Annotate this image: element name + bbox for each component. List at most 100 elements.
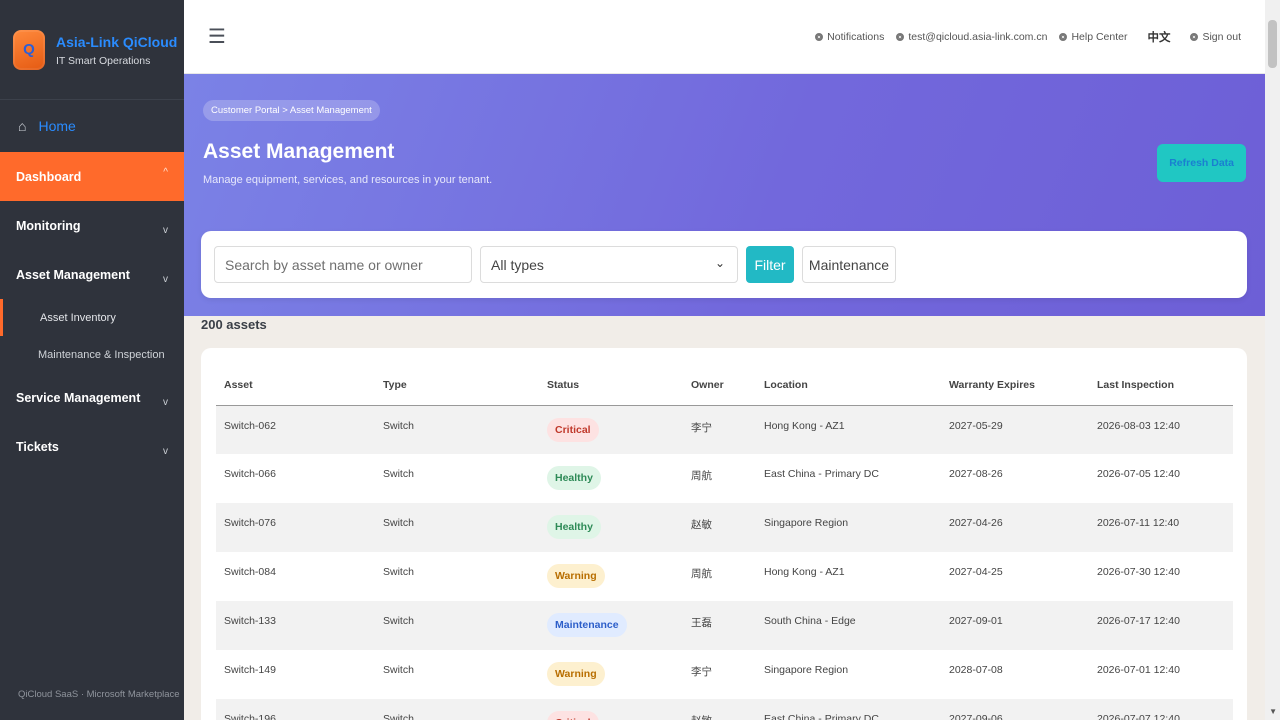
filter-button[interactable]: Filter xyxy=(746,246,794,283)
sidebar-item-home[interactable]: ⌂ Home xyxy=(0,100,184,152)
cell-warranty: 2028-07-08 xyxy=(949,664,1003,676)
scroll-down-arrow-icon[interactable]: ▼ xyxy=(1269,707,1277,716)
sidebar-item-monitoring[interactable]: Monitoring v xyxy=(0,201,184,250)
cell-type: Switch xyxy=(383,566,414,578)
chevron-up-icon: ^ xyxy=(163,167,168,178)
cell-owner: 赵敏 xyxy=(683,503,756,552)
chevron-down-icon: v xyxy=(163,274,168,285)
menu-icon[interactable]: ☰ xyxy=(208,24,226,49)
language-switch[interactable]: 中文 xyxy=(1147,29,1170,45)
refresh-data-button[interactable]: Refresh Data xyxy=(1157,144,1246,182)
cell-asset: Switch-133 xyxy=(216,601,375,650)
cell-type: Switch xyxy=(375,601,539,650)
breadcrumb[interactable]: Customer Portal > Asset Management xyxy=(203,100,380,121)
sidebar-item-label: Service Management xyxy=(16,390,141,405)
help-center-link[interactable]: Help Center xyxy=(1059,31,1127,43)
cell-warranty: 2027-05-29 xyxy=(941,405,1089,454)
cell-asset: Switch-076 xyxy=(216,503,375,552)
sidebar-item-label: Dashboard xyxy=(16,169,82,184)
topbar: ☰ Notifications test@qicloud.asia-link.c… xyxy=(184,0,1265,74)
column-header-status[interactable]: Status xyxy=(539,365,683,406)
table-header-row: Asset Type Status Owner Location Warrant… xyxy=(216,365,1233,406)
table-row[interactable]: Switch-062 Switch Critical 李宁 Hong Kong - AZ… xyxy=(216,405,1233,454)
status-badge: Healthy xyxy=(547,466,601,490)
cell-owner: 周航 xyxy=(691,470,712,482)
user-icon xyxy=(896,32,905,41)
cell-type: Switch xyxy=(375,699,539,720)
filter-bar: All types ⌄ Filter Maintenance xyxy=(201,231,1247,298)
cell-inspection: 2026-07-11 12:40 xyxy=(1089,503,1233,552)
cell-warranty: 2027-04-25 xyxy=(949,566,1003,578)
chevron-down-icon: ⌄ xyxy=(714,256,725,270)
cell-location: Singapore Region xyxy=(764,664,849,676)
cell-inspection: 2026-07-01 12:40 xyxy=(1097,664,1180,676)
cell-inspection: 2026-07-30 12:40 xyxy=(1097,566,1180,578)
sidebar-item-asset-management[interactable]: Asset Management v xyxy=(0,250,184,299)
user-email: test@qicloud.asia-link.com.cn xyxy=(908,30,1048,43)
status-badge: Maintenance xyxy=(547,613,627,637)
column-header-warranty[interactable]: Warranty Expires xyxy=(941,365,1089,406)
status-cell: Healthy xyxy=(539,454,683,503)
cell-location: East China - Primary DC xyxy=(764,468,879,480)
sidebar-item-tickets[interactable]: Tickets v xyxy=(0,422,184,471)
cell-type: Switch xyxy=(375,503,539,552)
scrollbar[interactable]: ▼ xyxy=(1265,0,1280,720)
cell-asset: Switch-196 xyxy=(216,699,375,720)
column-header-location[interactable]: Location xyxy=(756,365,941,406)
sidebar-subitem-asset-inventory[interactable]: Asset Inventory xyxy=(0,299,184,336)
table-row[interactable]: Switch-149 Switch Warning 李宁 Singapore Regio… xyxy=(216,650,1233,699)
page-subtitle: Manage equipment, services, and resource… xyxy=(203,174,493,186)
table-row[interactable]: Switch-066 Switch Healthy 周航 East China - Pr… xyxy=(216,454,1233,503)
status-badge: Critical xyxy=(547,711,599,720)
maintenance-button[interactable]: Maintenance xyxy=(802,246,896,283)
column-header-owner[interactable]: Owner xyxy=(683,365,756,406)
table-row[interactable]: Switch-196Switch Critical 赵敏East China - P… xyxy=(216,699,1233,720)
cell-asset: Switch-066 xyxy=(224,468,276,480)
asset-table-card: Asset Type Status Owner Location Warrant… xyxy=(201,348,1247,720)
notifications-icon xyxy=(815,32,824,41)
cell-owner: 周航 xyxy=(691,568,712,580)
cell-inspection: 2026-07-07 12:40 xyxy=(1089,699,1233,720)
sign-out-link[interactable]: Sign out xyxy=(1190,31,1241,43)
brand-logo-icon: Q xyxy=(13,29,45,70)
sidebar-item-label: Monitoring xyxy=(16,218,81,233)
cell-inspection: 2026-08-03 12:40 xyxy=(1089,405,1233,454)
type-select[interactable]: All types ⌄ xyxy=(480,246,738,283)
user-email-link[interactable]: test@qicloud.asia-link.com.cn xyxy=(896,31,1047,43)
sidebar-item-label: Asset Management xyxy=(16,267,130,282)
chevron-down-icon: v xyxy=(163,446,168,457)
cell-owner: 李宁 xyxy=(691,666,712,678)
sidebar-item-dashboard[interactable]: Dashboard ^ xyxy=(0,152,184,201)
sidebar-footer: QiCloud SaaS · Microsoft Marketplace xyxy=(18,689,180,700)
notifications-label: Notifications xyxy=(827,30,885,43)
help-icon xyxy=(1059,32,1068,41)
cell-warranty: 2027-08-26 xyxy=(949,468,1003,480)
table-row[interactable]: Switch-084 Switch Warning 周航 Hong Kong - AZ1… xyxy=(216,552,1233,601)
status-cell: Warning xyxy=(539,552,683,601)
cell-location: Singapore Region xyxy=(756,503,941,552)
column-header-last-inspection[interactable]: Last Inspection xyxy=(1089,365,1233,406)
cell-asset: Switch-062 xyxy=(216,405,375,454)
table-row[interactable]: Switch-133 Switch Maintenance 王磊 South China… xyxy=(216,601,1233,650)
cell-warranty: 2027-04-26 xyxy=(941,503,1089,552)
cell-location: Hong Kong - AZ1 xyxy=(756,405,941,454)
cell-warranty: 2027-09-01 xyxy=(941,601,1089,650)
status-cell: Critical xyxy=(539,405,683,454)
status-cell: Warning xyxy=(539,650,683,699)
cell-location: East China - Primary DC xyxy=(756,699,941,720)
brand-name: Asia-Link QiCloud xyxy=(56,33,178,50)
column-header-type[interactable]: Type xyxy=(375,365,539,406)
sidebar-subitem-maintenance-inspection[interactable]: Maintenance & Inspection xyxy=(0,336,184,373)
sidebar-item-service-management[interactable]: Service Management v xyxy=(0,373,184,422)
sidebar-item-label: Tickets xyxy=(16,439,59,454)
notifications-link[interactable]: Notifications xyxy=(815,31,884,43)
cell-type: Switch xyxy=(383,664,414,676)
table-row[interactable]: Switch-076 Switch Healthy 赵敏 Singapore Regio… xyxy=(216,503,1233,552)
scrollbar-thumb[interactable] xyxy=(1268,20,1277,68)
home-icon: ⌂ xyxy=(18,118,27,134)
type-select-value: All types xyxy=(491,256,544,273)
search-input[interactable] xyxy=(214,246,472,283)
column-header-asset[interactable]: Asset xyxy=(216,365,375,406)
status-badge: Critical xyxy=(547,417,599,442)
sign-out-icon xyxy=(1190,32,1199,41)
